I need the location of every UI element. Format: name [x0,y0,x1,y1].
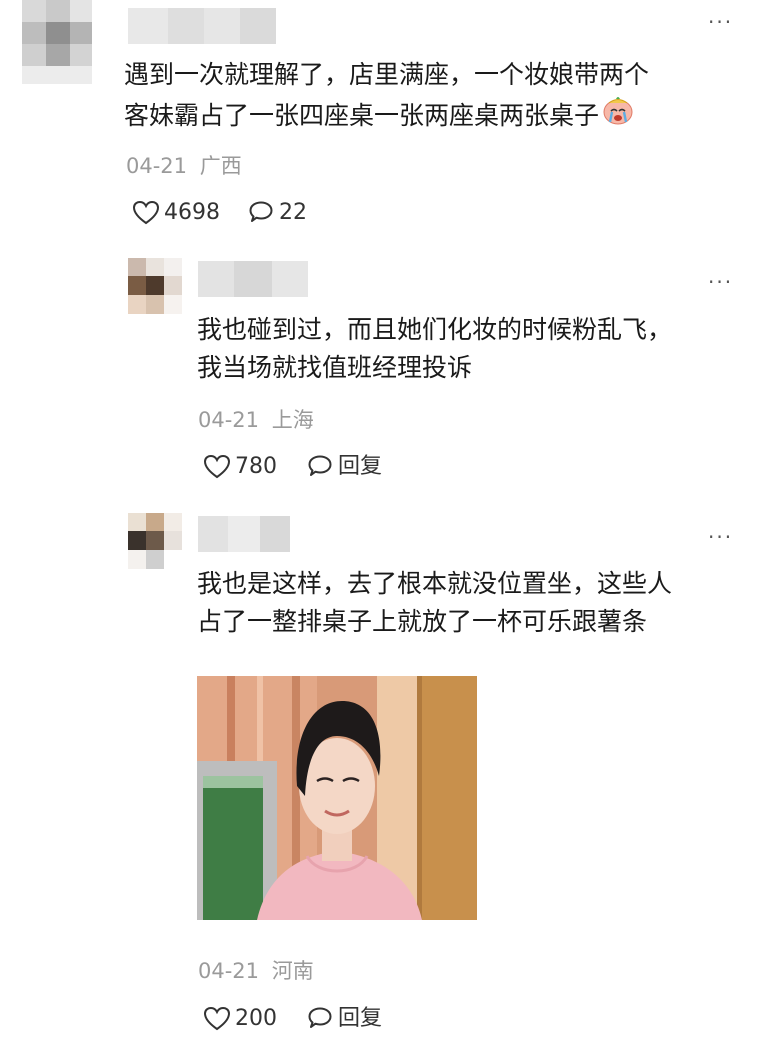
speech-bubble-icon [308,455,332,476]
comment-text: 遇到一次就理解了，店里满座，一个妆娘带两个 客妹霸占了一张四座桌一张两座桌两张桌… [124,56,649,137]
comment-location: 广西 [199,154,242,178]
comment-meta: 04-21 广西 [126,152,242,180]
comment-date: 04-21 [198,959,260,983]
comment-meta: 04-21 河南 [198,957,314,985]
comment-image[interactable] [197,676,477,920]
comment-location: 上海 [271,408,314,432]
more-dots-icon[interactable]: ··· [708,12,733,32]
more-dots-icon[interactable]: ··· [708,527,733,547]
reply-button[interactable]: 回复 [306,453,382,481]
comment-text: 我也是这样，去了根本就没位置坐，这些人 占了一整排桌子上就放了一杯可乐跟薯条 [197,565,672,641]
crying-face-emoji [601,94,635,137]
more-dots-icon[interactable]: ··· [708,272,733,292]
comment-text: 我也碰到过，而且她们化妆的时候粉乱飞， 我当场就找值班经理投诉 [197,311,672,387]
comment-text-line: 我也碰到过，而且她们化妆的时候粉乱飞， [197,315,673,344]
reply-button[interactable]: 回复 [306,1005,382,1033]
comment-date: 04-21 [126,154,188,178]
heart-outline-icon [132,200,160,225]
reply-label: 回复 [338,454,383,479]
like-button[interactable]: 200 [203,1005,277,1033]
like-button[interactable]: 780 [203,453,277,481]
comment-text-line: 客妹霸占了一张四座桌一张两座桌两张桌子 [124,100,600,130]
comment-date: 04-21 [198,408,260,432]
reply-count-button[interactable]: 22 [247,199,307,227]
comment-meta: 04-21 上海 [198,406,314,434]
username-blurred[interactable] [198,516,290,552]
like-count: 200 [235,1006,277,1031]
comment-location: 河南 [271,959,314,983]
speech-bubble-icon [308,1007,332,1028]
avatar[interactable] [128,513,182,569]
reply-label: 回复 [338,1006,383,1031]
username-blurred[interactable] [198,261,308,297]
comment-text-line: 遇到一次就理解了，店里满座，一个妆娘带两个 [124,60,650,89]
username-blurred[interactable] [128,8,276,44]
comment-text-line: 我也是这样，去了根本就没位置坐，这些人 [197,569,673,598]
avatar[interactable] [128,258,182,314]
avatar[interactable] [22,0,92,84]
like-count: 4698 [164,200,220,225]
speech-bubble-icon [249,201,273,222]
comment-text-line: 我当场就找值班经理投诉 [197,353,473,382]
like-button[interactable]: 4698 [132,199,220,227]
comment-text-line: 占了一整排桌子上就放了一杯可乐跟薯条 [197,607,648,636]
heart-outline-icon [203,454,231,479]
like-count: 780 [235,454,277,479]
heart-outline-icon [203,1006,231,1031]
reply-count: 22 [279,200,307,225]
